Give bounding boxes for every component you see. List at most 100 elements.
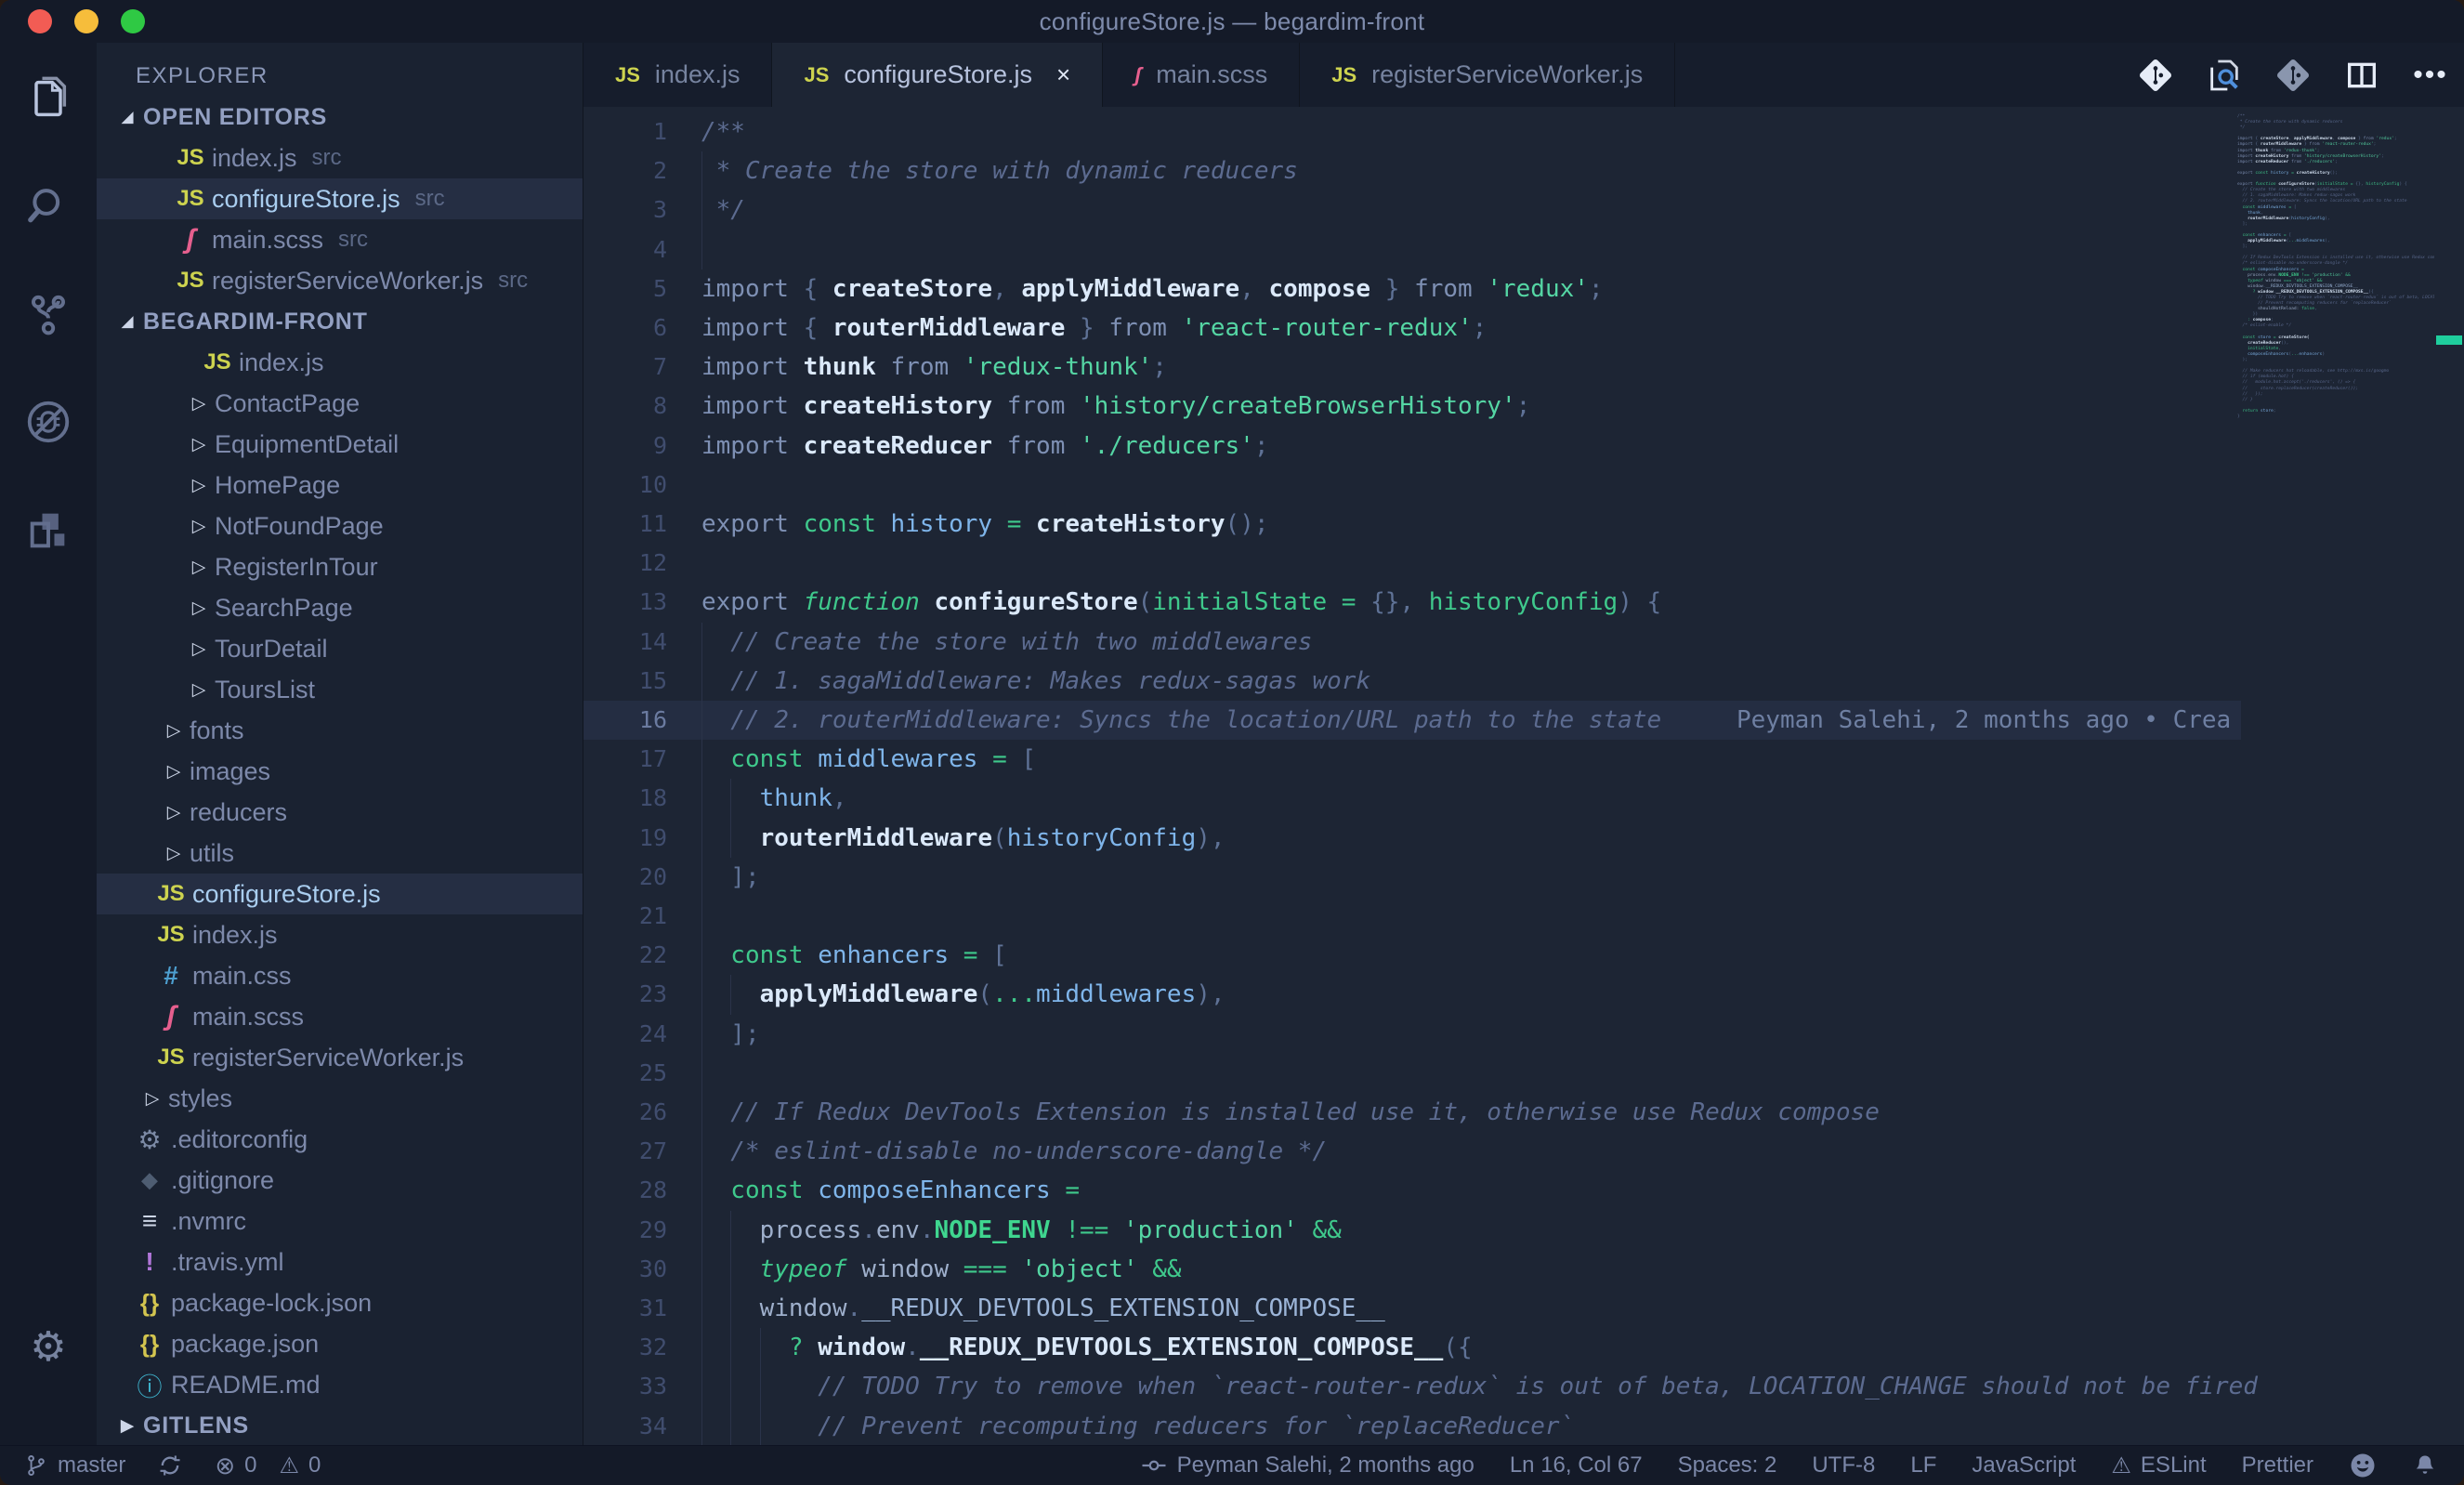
status-encoding[interactable]: UTF-8	[1812, 1452, 1875, 1478]
status-feedback[interactable]	[2349, 1452, 2377, 1479]
tab-registerserviceworker-js[interactable]: JSregisterServiceWorker.js	[1300, 43, 1675, 107]
activity-debug-icon[interactable]	[19, 392, 78, 452]
sidebar-section-begardim-front[interactable]: ◢BEGARDIM-FRONT	[97, 301, 583, 342]
tab-configurestore-js[interactable]: JSconfigureStore.js×	[772, 43, 1103, 107]
sidebar-item-label: fonts	[190, 716, 244, 745]
code-text: thunk,	[701, 779, 847, 818]
code-text: ];	[701, 858, 760, 897]
code-line-34: 34 // Prevent recomputing reducers for `…	[583, 1407, 2464, 1445]
status-notifications[interactable]	[2412, 1452, 2438, 1478]
line-number: 24	[583, 1015, 667, 1054]
activity-explorer-icon[interactable]	[19, 69, 78, 128]
sidebar-item--nvmrc[interactable]: ≡.nvmrc	[97, 1201, 583, 1242]
line-number: 4	[583, 230, 667, 269]
sidebar-item-homepage[interactable]: ▷HomePage	[97, 465, 583, 506]
chevron-right-icon: ▷	[183, 598, 215, 619]
tab-label: main.scss	[1156, 60, 1267, 89]
sidebar-item-index-js[interactable]: JSindex.jssrc	[97, 138, 583, 178]
smiley-icon	[2349, 1452, 2377, 1479]
sidebar-item-readme-md[interactable]: ⓘREADME.md	[97, 1364, 583, 1405]
close-window-button[interactable]	[28, 9, 52, 33]
gitlens-compare-icon[interactable]	[2274, 57, 2312, 94]
search-file-icon[interactable]	[2206, 57, 2243, 94]
sidebar-item-configurestore-js[interactable]: JSconfigureStore.js	[97, 874, 583, 914]
maximize-window-button[interactable]	[121, 9, 145, 33]
minimize-window-button[interactable]	[74, 9, 98, 33]
sidebar-item-registerserviceworker-js[interactable]: JSregisterServiceWorker.js	[97, 1037, 583, 1078]
status-eslint[interactable]: ⚠ESLint	[2111, 1452, 2206, 1479]
sidebar-item--gitignore[interactable]: ◆.gitignore	[97, 1160, 583, 1201]
sidebar-item-reducers[interactable]: ▷reducers	[97, 792, 583, 833]
item-path-badge: src	[312, 145, 342, 171]
chevron-right-icon: ▷	[183, 475, 215, 496]
sidebar-item-images[interactable]: ▷images	[97, 751, 583, 792]
line-number: 23	[583, 975, 667, 1014]
activity-extensions-icon[interactable]	[19, 500, 78, 559]
tab-index-js[interactable]: JSindex.js	[583, 43, 772, 107]
item-path-badge: src	[415, 186, 445, 212]
sidebar-item-equipmentdetail[interactable]: ▷EquipmentDetail	[97, 424, 583, 465]
code-text: import { createStore, applyMiddleware, c…	[701, 269, 1604, 309]
sidebar-item-tourdetail[interactable]: ▷TourDetail	[97, 628, 583, 669]
vscode-window: configureStore.js — begardim-front ⚙ EXP…	[0, 0, 2464, 1485]
code-line-16: 16 // 2. routerMiddleware: Syncs the loc…	[583, 701, 2241, 740]
line-number: 27	[583, 1132, 667, 1171]
status-cursor-position[interactable]: Ln 16, Col 67	[1510, 1452, 1643, 1478]
status-indentation[interactable]: Spaces: 2	[1678, 1452, 1777, 1478]
status-eol[interactable]: LF	[1910, 1452, 1936, 1478]
sidebar-item--editorconfig[interactable]: ⚙.editorconfig	[97, 1119, 583, 1160]
code-editor[interactable]: /** * Create the store with dynamic redu…	[583, 107, 2464, 1445]
status-prettier[interactable]: Prettier	[2242, 1452, 2313, 1478]
sidebar-item-fonts[interactable]: ▷fonts	[97, 710, 583, 751]
code-text: * Create the store with dynamic reducers	[701, 151, 1298, 191]
code-line-17: 17 const middlewares = [	[583, 740, 2464, 779]
line-number: 18	[583, 779, 667, 818]
braces-file-icon: {}	[128, 1289, 171, 1318]
status-label: Prettier	[2242, 1452, 2313, 1478]
sidebar-item-styles[interactable]: ▷styles	[97, 1078, 583, 1119]
sidebar-item-main-css[interactable]: #main.css	[97, 955, 583, 996]
sidebar-item-index-js[interactable]: JSindex.js	[97, 914, 583, 955]
activity-source-control-icon[interactable]	[19, 284, 78, 344]
status-problems[interactable]: ⊗0⚠0	[215, 1452, 321, 1480]
sidebar-item-utils[interactable]: ▷utils	[97, 833, 583, 874]
sidebar-item-configurestore-js[interactable]: JSconfigureStore.jssrc	[97, 178, 583, 219]
sidebar-item-package-json[interactable]: {}package.json	[97, 1323, 583, 1364]
sidebar-section-open-editors[interactable]: ◢OPEN EDITORS	[97, 97, 583, 138]
close-tab-icon[interactable]: ×	[1056, 60, 1070, 89]
sidebar-item-registerserviceworker-js[interactable]: JSregisterServiceWorker.jssrc	[97, 260, 583, 301]
line-number: 32	[583, 1328, 667, 1367]
sidebar-item-tourslist[interactable]: ▷ToursList	[97, 669, 583, 710]
sidebar-section-gitlens[interactable]: ▶GITLENS	[97, 1405, 583, 1445]
activity-search-icon[interactable]	[19, 177, 78, 236]
code-line-26: 26 // If Redux DevTools Extension is ins…	[583, 1093, 2464, 1132]
status-blame[interactable]: Peyman Salehi, 2 months ago	[1140, 1452, 1474, 1479]
status-sync[interactable]	[157, 1452, 183, 1478]
code-line-29: 29 process.env.NODE_ENV !== 'production'…	[583, 1211, 2464, 1250]
line-number: 22	[583, 936, 667, 975]
sidebar-item-registerintour[interactable]: ▷RegisterInTour	[97, 546, 583, 587]
sidebar-item-contactpage[interactable]: ▷ContactPage	[97, 383, 583, 424]
more-actions-icon[interactable]: •••	[2412, 57, 2449, 94]
sidebar-item--travis-yml[interactable]: !.travis.yml	[97, 1242, 583, 1282]
split-editor-icon[interactable]	[2343, 57, 2380, 94]
sidebar-item-label: main.scss	[192, 1003, 304, 1032]
sidebar-item-main-scss[interactable]: ʃmain.scsssrc	[97, 219, 583, 260]
code-line-21: 21	[583, 897, 2464, 936]
code-text: routerMiddleware(historyConfig),	[701, 819, 1225, 858]
sidebar-item-index-js[interactable]: JSindex.js	[97, 342, 583, 383]
sidebar-item-package-lock-json[interactable]: {}package-lock.json	[97, 1282, 583, 1323]
open-changes-icon[interactable]	[2137, 57, 2174, 94]
status-branch[interactable]: master	[24, 1452, 125, 1478]
code-line-19: 19 routerMiddleware(historyConfig),	[583, 819, 2464, 858]
chevron-right-icon: ▷	[158, 843, 190, 864]
js-file-icon: JS	[1331, 63, 1357, 87]
tab-main-scss[interactable]: ʃmain.scss	[1103, 43, 1300, 107]
status-language[interactable]: JavaScript	[1972, 1452, 2076, 1478]
code-text: /**	[701, 112, 745, 151]
sidebar-item-searchpage[interactable]: ▷SearchPage	[97, 587, 583, 628]
sidebar-item-main-scss[interactable]: ʃmain.scss	[97, 996, 583, 1037]
sidebar-item-notfoundpage[interactable]: ▷NotFoundPage	[97, 506, 583, 546]
status-label: Peyman Salehi, 2 months ago	[1177, 1452, 1474, 1478]
manage-gear-icon[interactable]: ⚙	[0, 1323, 97, 1371]
